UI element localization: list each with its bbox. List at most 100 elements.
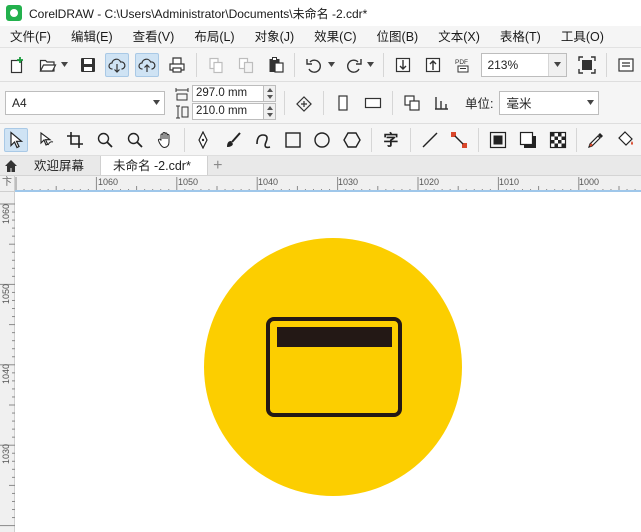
artistic-media-tool-button[interactable] xyxy=(221,128,245,152)
current-page-icon xyxy=(435,96,448,110)
menu-bitmaps[interactable]: 位图(B) xyxy=(367,26,429,48)
chevron-down-icon xyxy=(153,100,160,105)
fill-tool-button[interactable] xyxy=(614,128,638,152)
new-document-button[interactable] xyxy=(6,53,30,77)
curve-tool-button[interactable] xyxy=(251,128,275,152)
undo-dropdown-caret[interactable] xyxy=(327,53,335,77)
import-icon xyxy=(395,57,410,72)
menu-table[interactable]: 表格(T) xyxy=(490,26,551,48)
redo-icon xyxy=(347,58,362,73)
chevron-down-icon xyxy=(266,113,273,118)
polygon-tool-button[interactable] xyxy=(340,128,364,152)
page-size-value: A4 xyxy=(12,95,27,110)
rectangle-tool-button[interactable] xyxy=(281,128,305,152)
save-button[interactable] xyxy=(76,53,100,77)
pick-tool-button[interactable] xyxy=(4,127,28,152)
landscape-button[interactable] xyxy=(361,91,385,115)
chevron-down-icon xyxy=(587,100,595,105)
portrait-button[interactable] xyxy=(331,91,355,115)
chevron-up-icon xyxy=(266,105,273,110)
drop-shadow-tool-button[interactable] xyxy=(516,128,540,152)
tab-document[interactable]: 未命名 -2.cdr* xyxy=(100,156,208,175)
page-width-field[interactable]: 297.0 mm xyxy=(192,85,264,102)
toolbar-separator xyxy=(382,52,384,77)
cut-button[interactable] xyxy=(204,53,228,77)
publish-pdf-button[interactable]: PDF xyxy=(451,53,475,77)
toolbar-separator xyxy=(478,127,480,152)
menu-object[interactable]: 对象(J) xyxy=(245,26,305,48)
coreldraw-logo-icon xyxy=(6,5,22,21)
page-height-field[interactable]: 210.0 mm xyxy=(192,103,264,120)
zoom-out-tool-button[interactable] xyxy=(123,128,147,152)
cloud-download-button[interactable] xyxy=(105,52,130,77)
menu-tools[interactable]: 工具(O) xyxy=(551,26,614,48)
open-dropdown-caret[interactable] xyxy=(61,53,69,77)
chevron-down-icon xyxy=(327,62,335,67)
units-combo[interactable]: 毫米 xyxy=(499,90,600,115)
page-height-row: 210.0 mm xyxy=(175,103,276,120)
connector-tool-button[interactable] xyxy=(447,128,471,152)
text-tool-button[interactable]: 字 xyxy=(379,128,403,152)
page-dimensions: 297.0 mm 210.0 mm xyxy=(175,85,276,120)
shape-node-icon xyxy=(40,131,53,146)
ruler-label: 1000 xyxy=(579,177,600,187)
zoom-tool-button[interactable] xyxy=(93,128,117,152)
line-tool-button[interactable] xyxy=(418,128,442,152)
open-button[interactable] xyxy=(36,53,60,77)
drawing-canvas[interactable] xyxy=(16,193,641,532)
home-tab[interactable] xyxy=(0,156,22,175)
vertical-ruler[interactable]: 1060 1050 1040 1030 xyxy=(0,192,15,532)
toolbar-separator xyxy=(409,127,411,152)
magnifier-icon xyxy=(127,132,143,148)
card-stripe xyxy=(277,327,392,347)
toolbar-separator xyxy=(195,52,197,77)
menu-bar: 文件(F) 编辑(E) 查看(V) 布局(L) 对象(J) 效果(C) 位图(B… xyxy=(0,26,641,48)
pen-nib-icon xyxy=(198,130,209,149)
full-screen-preview-button[interactable] xyxy=(575,53,599,77)
zoom-dropdown-arrow[interactable] xyxy=(548,53,567,76)
paste-button[interactable] xyxy=(264,53,288,77)
transparency-tool-button[interactable] xyxy=(546,128,570,152)
page-size-preset-button[interactable] xyxy=(292,91,316,115)
options-button[interactable] xyxy=(614,53,638,77)
page-height-spinner[interactable] xyxy=(264,103,276,120)
all-pages-icon xyxy=(404,94,420,111)
menu-layout[interactable]: 布局(L) xyxy=(184,26,244,48)
horizontal-ruler[interactable]: 1060 1050 1040 1030 1020 1010 1000 xyxy=(15,176,641,192)
shape-tool-button[interactable] xyxy=(34,128,58,152)
current-page-button[interactable] xyxy=(430,91,454,115)
pen-tool-button[interactable] xyxy=(192,128,216,152)
undo-button[interactable] xyxy=(302,53,326,77)
window-title: CorelDRAW - C:\Users\Administrator\Docum… xyxy=(29,6,368,21)
ruler-origin[interactable]: 卞 xyxy=(0,176,15,192)
crop-tool-button[interactable] xyxy=(64,128,88,152)
pan-tool-button[interactable] xyxy=(153,128,177,152)
print-button[interactable] xyxy=(165,53,189,77)
all-pages-button[interactable] xyxy=(400,91,424,115)
menu-text[interactable]: 文本(X) xyxy=(428,26,490,48)
page-size-combo[interactable]: A4 xyxy=(5,90,165,115)
eyedropper-tool-button[interactable] xyxy=(584,128,608,152)
redo-dropdown-caret[interactable] xyxy=(367,53,375,77)
tab-welcome-screen[interactable]: 欢迎屏幕 xyxy=(22,156,100,175)
cloud-download-icon xyxy=(108,58,126,73)
menu-edit[interactable]: 编辑(E) xyxy=(61,26,123,48)
ellipse-tool-button[interactable] xyxy=(311,128,335,152)
redo-button[interactable] xyxy=(342,53,366,77)
cloud-upload-button[interactable] xyxy=(135,52,160,77)
add-tab-button[interactable]: + xyxy=(208,156,228,175)
zoom-level-combo[interactable] xyxy=(481,52,568,77)
contour-tool-button[interactable] xyxy=(486,128,510,152)
yellow-circle[interactable] xyxy=(204,238,462,496)
import-button[interactable] xyxy=(391,53,415,77)
menu-file[interactable]: 文件(F) xyxy=(0,26,61,48)
zoom-level-input[interactable] xyxy=(482,53,549,76)
page-width-spinner[interactable] xyxy=(264,85,276,102)
toolbar-separator xyxy=(183,127,185,152)
menu-view[interactable]: 查看(V) xyxy=(123,26,185,48)
ruler-label: 1020 xyxy=(419,177,440,187)
ruler-origin-icon: 卞 xyxy=(2,177,12,188)
export-button[interactable] xyxy=(421,53,445,77)
copy-button[interactable] xyxy=(234,53,258,77)
menu-effects[interactable]: 效果(C) xyxy=(304,26,366,48)
